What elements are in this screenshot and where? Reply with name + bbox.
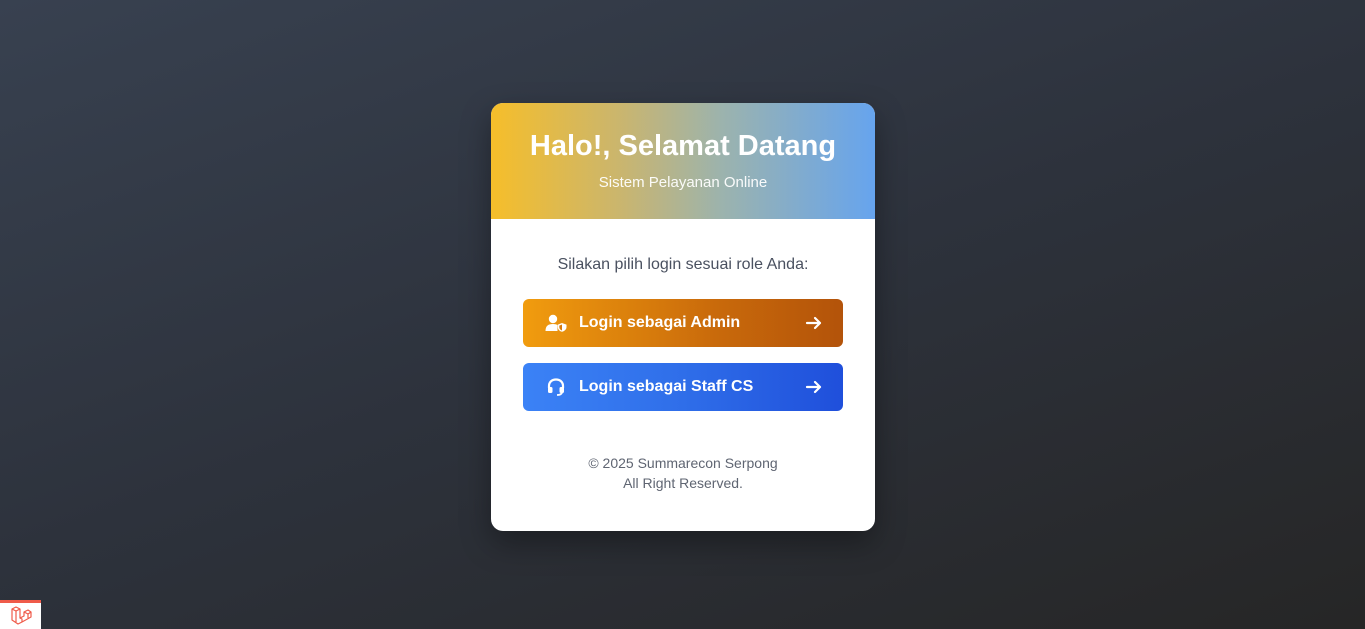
laravel-logo-icon[interactable] — [0, 600, 41, 629]
page-title: Halo!, Selamat Datang — [529, 130, 837, 162]
card-body: Silakan pilih login sesuai role Anda: Lo… — [491, 219, 875, 493]
user-shield-icon — [545, 312, 567, 334]
headset-icon — [545, 376, 567, 398]
login-staff-cs-button[interactable]: Login sebagai Staff CS — [523, 363, 843, 411]
copyright-text: © 2025 Summarecon Serpong — [588, 455, 778, 471]
login-card: Halo!, Selamat Datang Sistem Pelayanan O… — [491, 103, 875, 531]
role-prompt: Silakan pilih login sesuai role Anda: — [557, 256, 809, 273]
arrow-right-icon — [805, 378, 823, 396]
login-admin-label: Login sebagai Admin — [579, 314, 741, 331]
footer: © 2025 Summarecon Serpong All Right Rese… — [491, 453, 875, 493]
rights-text: All Right Reserved. — [623, 475, 743, 491]
card-header: Halo!, Selamat Datang Sistem Pelayanan O… — [491, 103, 875, 219]
arrow-right-icon — [805, 314, 823, 332]
page-subtitle: Sistem Pelayanan Online — [598, 174, 768, 191]
login-staff-cs-label: Login sebagai Staff CS — [579, 378, 754, 395]
login-admin-button[interactable]: Login sebagai Admin — [523, 299, 843, 347]
